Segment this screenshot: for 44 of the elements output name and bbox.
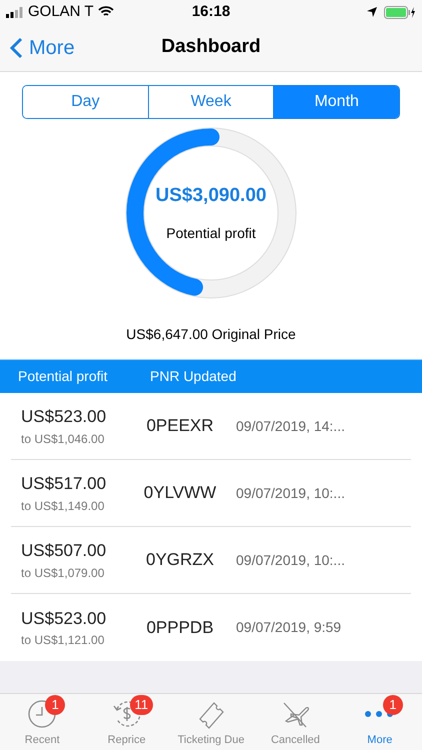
location-arrow-icon [366,6,378,18]
notification-badge: 1 [45,694,66,714]
pnr-code: 0PPPDB [145,616,215,639]
profit-row[interactable]: US$523.00 to US$1,046.00 0PEEXR 09/07/2019, 14:... [11,393,411,460]
pnr-code: 0YGRZX [144,549,216,572]
profit-value: US$507.00 [21,540,108,562]
profit-range: to US$1,079.00 [21,564,106,582]
profit-range: to US$1,121.00 [21,632,106,650]
updated-time: 09/07/2019, 14:... [236,416,345,436]
carrier-name: GOLAN T [28,2,94,22]
signal-icon [6,6,24,18]
profit-value: US$517.00 [21,473,108,496]
original-price: US$6,647.00 Original Price [126,325,296,344]
back-button[interactable]: More [0,32,75,62]
nav-title: Dashboard [161,35,261,60]
notification-badge: 1 [382,694,403,714]
column-header: Potential profit [18,367,108,386]
tab-bar-item[interactable]: 11 Reprice [84,694,169,750]
profit-value: US$523.00 [21,406,108,428]
tab-bar-item[interactable]: 1 Recent [0,694,84,750]
profit-value: US$523.00 [21,608,108,630]
pnr-code: 0PEEXR [145,415,215,438]
profit-range: to US$1,149.00 [21,498,106,515]
profit-amount: US$3,090.00 [156,184,266,208]
profit-row[interactable]: US$523.00 to US$1,121.00 0PPPDB 09/07/2019, 9:59 [11,594,411,661]
column-header: PNR Updated [150,367,236,386]
updated-time: 09/07/2019, 10:... [236,484,345,502]
clock-icon [27,698,58,728]
pnr-code: 0YLVWW [142,482,218,504]
tab-bar-item[interactable]: Cancelled [253,694,338,750]
profit-row[interactable]: US$507.00 to US$1,079.00 0YGRZX 09/07/2019, 10:... [11,527,411,594]
chevron-left-icon [10,36,23,58]
updated-time: 09/07/2019, 9:59 [236,618,342,637]
tab-bar-item[interactable]: Ticketing Due [168,694,254,750]
wifi-icon [98,6,114,18]
battery-charging-icon [384,6,416,18]
gauge-caption: Potential profit [166,224,256,243]
clock-time: 16:18 [192,2,230,22]
profit-row[interactable]: US$517.00 to US$1,149.00 0YLVWW 09/07/2019, 10:... [11,460,411,527]
segment-tab[interactable]: Month [273,86,399,118]
notification-badge: 11 [130,694,154,714]
updated-time: 09/07/2019, 10:... [236,550,345,570]
profit-range: to US$1,046.00 [21,430,106,448]
tab-bar-item[interactable]: 1 More [338,694,422,750]
